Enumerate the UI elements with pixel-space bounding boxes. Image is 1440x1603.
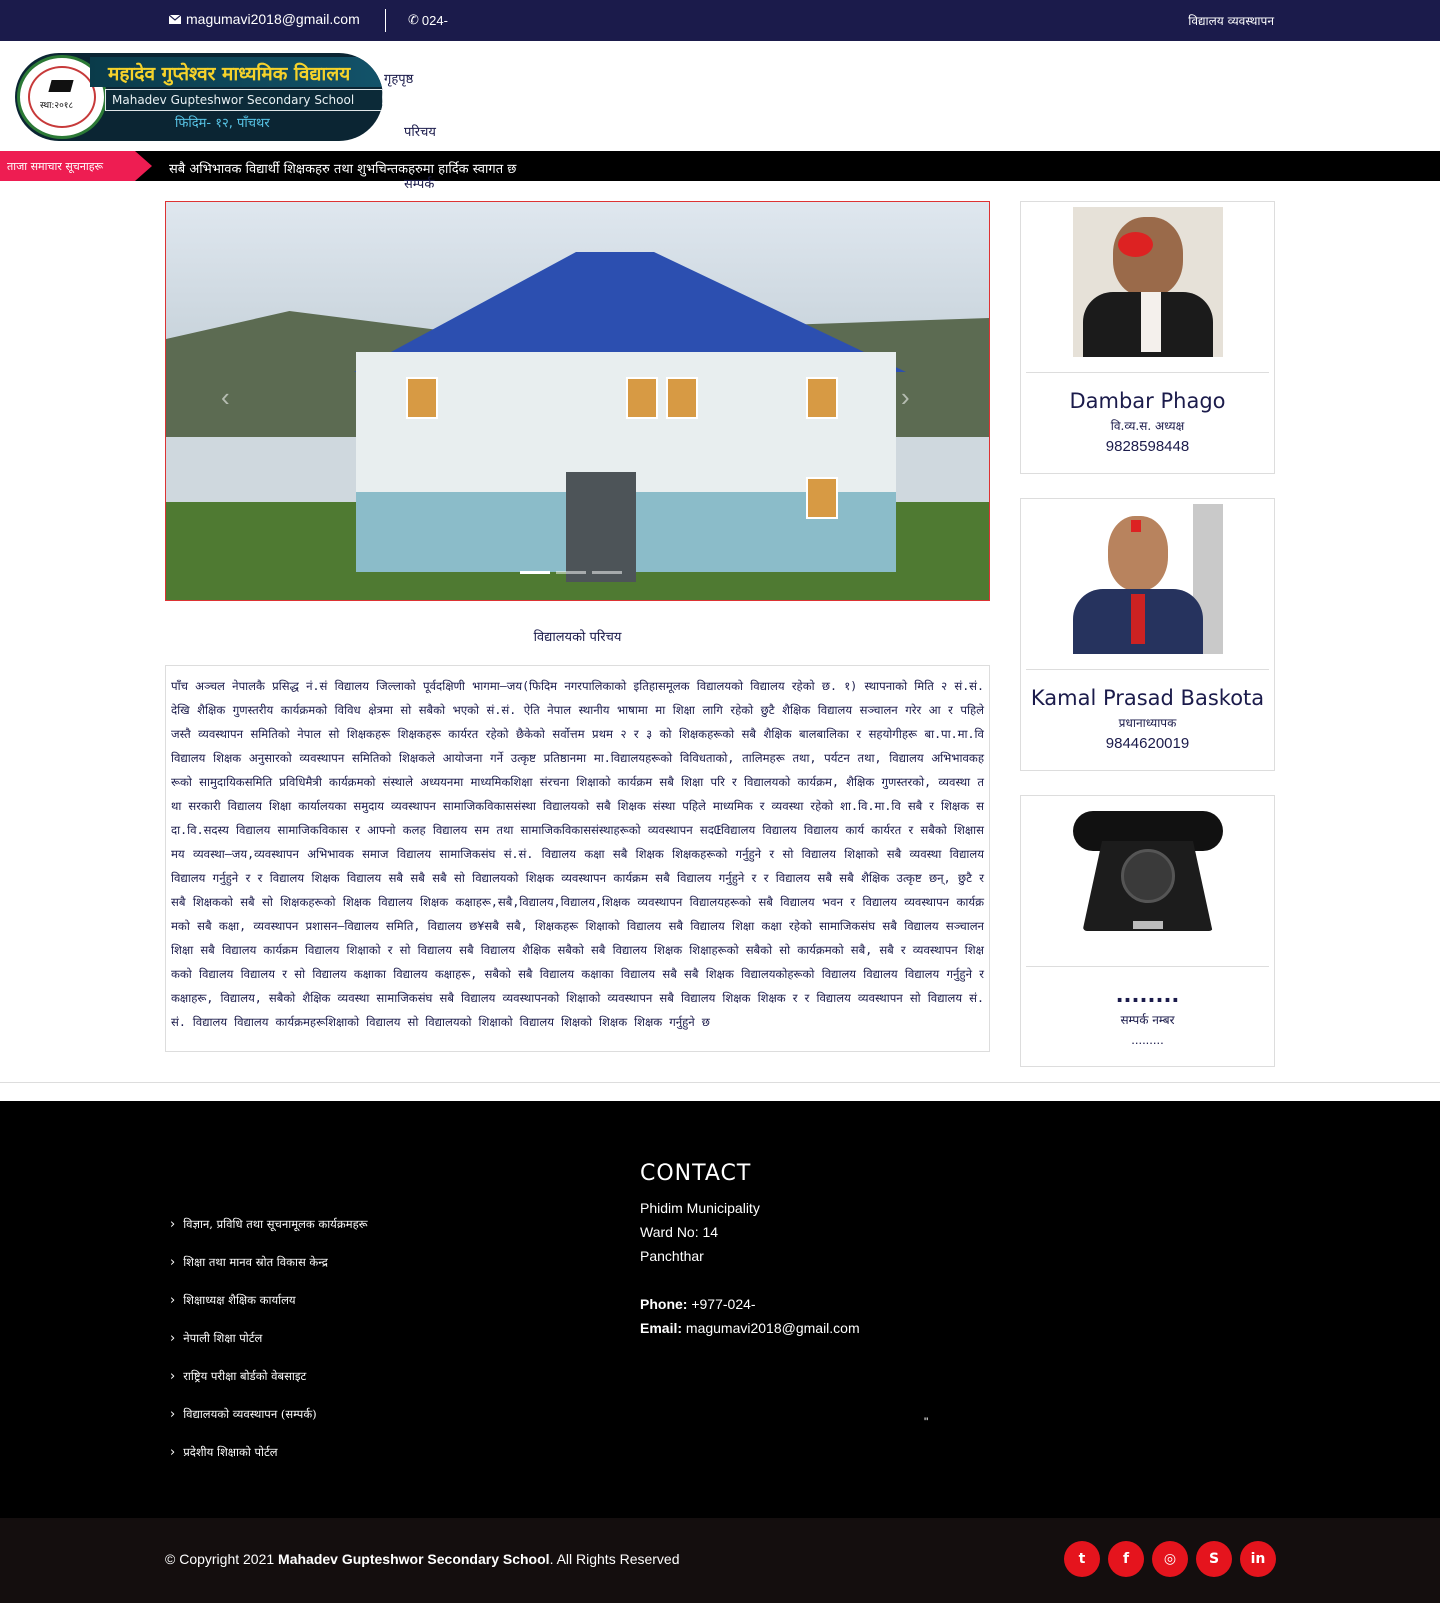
profile-card: Dambar Phago वि.व्य.स. अध्यक्ष 982859844… — [1020, 201, 1275, 474]
about-text: पाँच अञ्चल नेपालकै प्रसिद्ध नं.सं विद्या… — [171, 679, 984, 1029]
section-divider — [0, 1082, 1440, 1083]
card-phone: ......... — [1131, 1032, 1164, 1047]
school-logo[interactable]: स्था:२०१८ महादेव गुप्तेश्वर माध्यमिक विद… — [15, 53, 383, 141]
copyright-school: Mahadev Gupteshwor Secondary School — [278, 1551, 550, 1567]
contact-phone[interactable]: Phone: +977-024- — [640, 1292, 860, 1316]
contact-email[interactable]: Email: magumavi2018@gmail.com — [640, 1316, 860, 1340]
card-role: सम्पर्क नम्बर — [1120, 1013, 1175, 1027]
profile-card: Kamal Prasad Baskota प्रधानाध्यापक 98446… — [1020, 498, 1275, 771]
twitter-icon[interactable]: t — [1064, 1541, 1100, 1577]
envelope-icon — [169, 14, 181, 24]
footer-link[interactable]: › विज्ञान, प्रविधि तथा सूचनामूलक कार्यक्र… — [170, 1205, 368, 1243]
logo-seal-text: स्था:२०१८ — [40, 101, 74, 111]
chevron-right-icon: › — [170, 1292, 176, 1308]
card-name: Dambar Phago — [1069, 389, 1226, 413]
top-email[interactable]: magumavi2018@gmail.com — [169, 11, 360, 27]
card-role: वि.व्य.स. अध्यक्ष — [1110, 419, 1185, 433]
nav-item-home[interactable]: गृहपृष्ठ — [384, 69, 413, 87]
card-name: Kamal Prasad Baskota — [1030, 686, 1265, 710]
top-right-link[interactable]: विद्यालय व्यवस्थापन — [1188, 12, 1274, 29]
phone-icon: ✆ — [408, 12, 419, 27]
facebook-icon[interactable]: f — [1108, 1541, 1144, 1577]
ticker-label: ताजा समाचार सूचनाहरू — [0, 151, 152, 181]
news-ticker: ताजा समाचार सूचनाहरू सबै अभिभावक विद्यार… — [0, 151, 1440, 181]
card-role: प्रधानाध्यापक — [1118, 716, 1177, 730]
nav-item-contact[interactable]: सम्पर्क — [404, 174, 434, 192]
slider-dot[interactable] — [592, 571, 622, 574]
chevron-right-icon: › — [170, 1216, 176, 1232]
chevron-right-icon: › — [170, 1368, 176, 1384]
top-bar: magumavi2018@gmail.com ✆ 024- विद्यालय व… — [0, 0, 1440, 41]
chevron-right-icon: › — [170, 1330, 176, 1346]
instagram-icon[interactable]: ◎ — [1152, 1541, 1188, 1577]
about-title: विद्यालयको परिचय — [533, 630, 622, 645]
top-divider — [385, 9, 386, 32]
telephone-icon — [1053, 801, 1243, 951]
chevron-right-icon: › — [170, 1444, 176, 1460]
footer-link[interactable]: › शिक्षाध्यक्ष शैक्षिक कार्यालय — [170, 1281, 368, 1319]
card-phone[interactable]: 9828598448 — [1021, 438, 1274, 455]
logo-title-en: Mahadev Gupteshwor Secondary School — [112, 93, 355, 107]
footer-link[interactable]: › नेपाली शिक्षा पोर्टल — [170, 1319, 368, 1357]
skype-icon[interactable]: S — [1196, 1541, 1232, 1577]
card-name: ........ — [1115, 983, 1180, 1007]
nav-item-about[interactable]: परिचय — [404, 122, 436, 140]
chevron-right-icon[interactable]: › — [901, 382, 910, 413]
profile-photo — [1072, 504, 1223, 654]
contact-line: Panchthar — [640, 1248, 704, 1264]
top-phone[interactable]: ✆ 024- — [408, 12, 448, 28]
card-phone[interactable]: 9844620019 — [1021, 735, 1274, 752]
ticker-news[interactable]: सबै अभिभावक विद्यार्थी शिक्षकहरु तथा शुभ… — [169, 159, 516, 177]
footer-link[interactable]: › विद्यालयको व्यवस्थापन (सम्पर्क) — [170, 1395, 368, 1433]
contact-card: ........ सम्पर्क नम्बर ......... — [1020, 795, 1275, 1067]
footer-links: › विज्ञान, प्रविधि तथा सूचनामूलक कार्यक्र… — [170, 1205, 368, 1471]
copyright-bar: © Copyright 2021 Mahadev Gupteshwor Seco… — [0, 1518, 1440, 1603]
chevron-left-icon[interactable]: ‹ — [221, 382, 230, 413]
footer-link[interactable]: › शिक्षा तथा मानव स्रोत विकास केन्द्र — [170, 1243, 368, 1281]
slider-indicators — [520, 571, 622, 574]
slider-dot[interactable] — [520, 571, 550, 574]
social-links: t f ◎ S in — [1064, 1541, 1276, 1577]
graduation-cap-icon — [48, 80, 74, 92]
top-phone-text[interactable]: 024- — [422, 13, 448, 28]
image-slider[interactable]: ‹ › — [165, 201, 990, 601]
contact-line: Ward No: 14 — [640, 1224, 719, 1240]
footer-link[interactable]: › प्रदेशीय शिक्षाको पोर्टल — [170, 1433, 368, 1471]
slider-dot[interactable] — [556, 571, 586, 574]
top-email-text[interactable]: magumavi2018@gmail.com — [186, 11, 360, 27]
logo-title-np: महादेव गुप्तेश्वर माध्यमिक विद्यालय — [108, 63, 351, 85]
about-panel: पाँच अञ्चल नेपालकै प्रसिद्ध नं.सं विद्या… — [165, 665, 990, 1052]
chevron-right-icon: › — [170, 1406, 176, 1422]
copyright-text: © Copyright 2021 Mahadev Gupteshwor Seco… — [165, 1551, 680, 1567]
footer-link[interactable]: › राष्ट्रिय परीक्षा बोर्डको वेबसाइट — [170, 1357, 368, 1395]
contact-line: Phidim Municipality — [640, 1200, 760, 1216]
contact-heading: CONTACT — [640, 1161, 752, 1186]
footer: › विज्ञान, प्रविधि तथा सूचनामूलक कार्यक्र… — [0, 1101, 1440, 1518]
profile-photo — [1072, 207, 1223, 357]
footer-quote-mark: " — [924, 1415, 929, 1429]
chevron-right-icon: › — [170, 1254, 176, 1270]
footer-contact: CONTACT Phidim Municipality Ward No: 14 … — [640, 1161, 860, 1340]
linkedin-icon[interactable]: in — [1240, 1541, 1276, 1577]
logo-address: फिदिम- १२, पाँचथर — [175, 116, 270, 131]
